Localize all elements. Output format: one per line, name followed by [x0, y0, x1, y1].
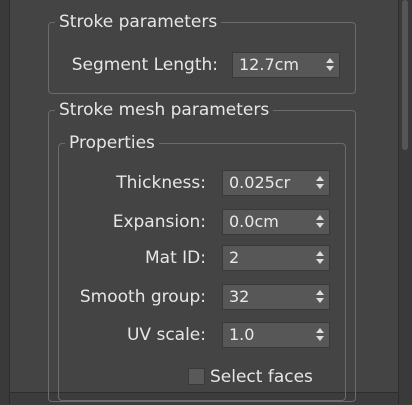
mat-id-row: Mat ID: [60, 245, 206, 271]
segment-length-row: Segment Length: [50, 52, 218, 78]
spin-down-icon[interactable] [316, 184, 324, 189]
segment-length-value[interactable]: 12.7cm [239, 53, 299, 77]
thickness-spin-arrows[interactable] [311, 171, 329, 195]
mat-id-spin-arrows[interactable] [311, 246, 329, 270]
smooth-group-label: Smooth group: [79, 287, 206, 307]
properties-title: Properties [65, 132, 159, 154]
spin-up-icon[interactable] [316, 328, 324, 333]
spin-up-icon[interactable] [326, 58, 334, 63]
segment-length-label: Segment Length: [71, 55, 218, 75]
spin-up-icon[interactable] [316, 215, 324, 220]
segment-length-spinner[interactable]: 12.7cm [232, 52, 340, 78]
select-faces-label[interactable]: Select faces [210, 367, 313, 387]
spin-up-icon[interactable] [316, 176, 324, 181]
spin-down-icon[interactable] [326, 66, 334, 71]
select-faces-checkbox[interactable] [188, 368, 205, 385]
uv-scale-spin-arrows[interactable] [311, 323, 329, 347]
expansion-value[interactable]: 0.0cm [229, 210, 279, 234]
stroke-parameters-title: Stroke parameters [55, 11, 222, 33]
thickness-row: Thickness: [60, 170, 206, 196]
expansion-label: Expansion: [112, 212, 206, 232]
spin-down-icon[interactable] [316, 259, 324, 264]
uv-scale-spinner[interactable]: 1.0 [222, 322, 330, 348]
mat-id-label: Mat ID: [145, 248, 206, 268]
stroke-mesh-parameters-title: Stroke mesh parameters [55, 99, 274, 121]
left-panel-edge [0, 0, 10, 404]
segment-length-spin-arrows[interactable] [321, 53, 339, 77]
smooth-group-row: Smooth group: [60, 284, 206, 310]
spin-down-icon[interactable] [316, 336, 324, 341]
expansion-spinner[interactable]: 0.0cm [222, 209, 330, 235]
spin-up-icon[interactable] [316, 290, 324, 295]
expansion-row: Expansion: [60, 209, 206, 235]
smooth-group-value[interactable]: 32 [229, 285, 249, 309]
smooth-group-spin-arrows[interactable] [311, 285, 329, 309]
thickness-spinner[interactable]: 0.025cr [222, 170, 330, 196]
smooth-group-spinner[interactable]: 32 [222, 284, 330, 310]
thickness-label: Thickness: [116, 173, 206, 193]
spin-down-icon[interactable] [316, 223, 324, 228]
thickness-value[interactable]: 0.025cr [229, 171, 290, 195]
uv-scale-value[interactable]: 1.0 [229, 323, 254, 347]
uv-scale-label: UV scale: [126, 325, 206, 345]
mat-id-value[interactable]: 2 [229, 246, 239, 270]
spin-up-icon[interactable] [316, 251, 324, 256]
mat-id-spinner[interactable]: 2 [222, 245, 330, 271]
expansion-spin-arrows[interactable] [311, 210, 329, 234]
scrollbar-thumb[interactable] [402, 0, 408, 150]
uv-scale-row: UV scale: [60, 322, 206, 348]
spin-down-icon[interactable] [316, 298, 324, 303]
